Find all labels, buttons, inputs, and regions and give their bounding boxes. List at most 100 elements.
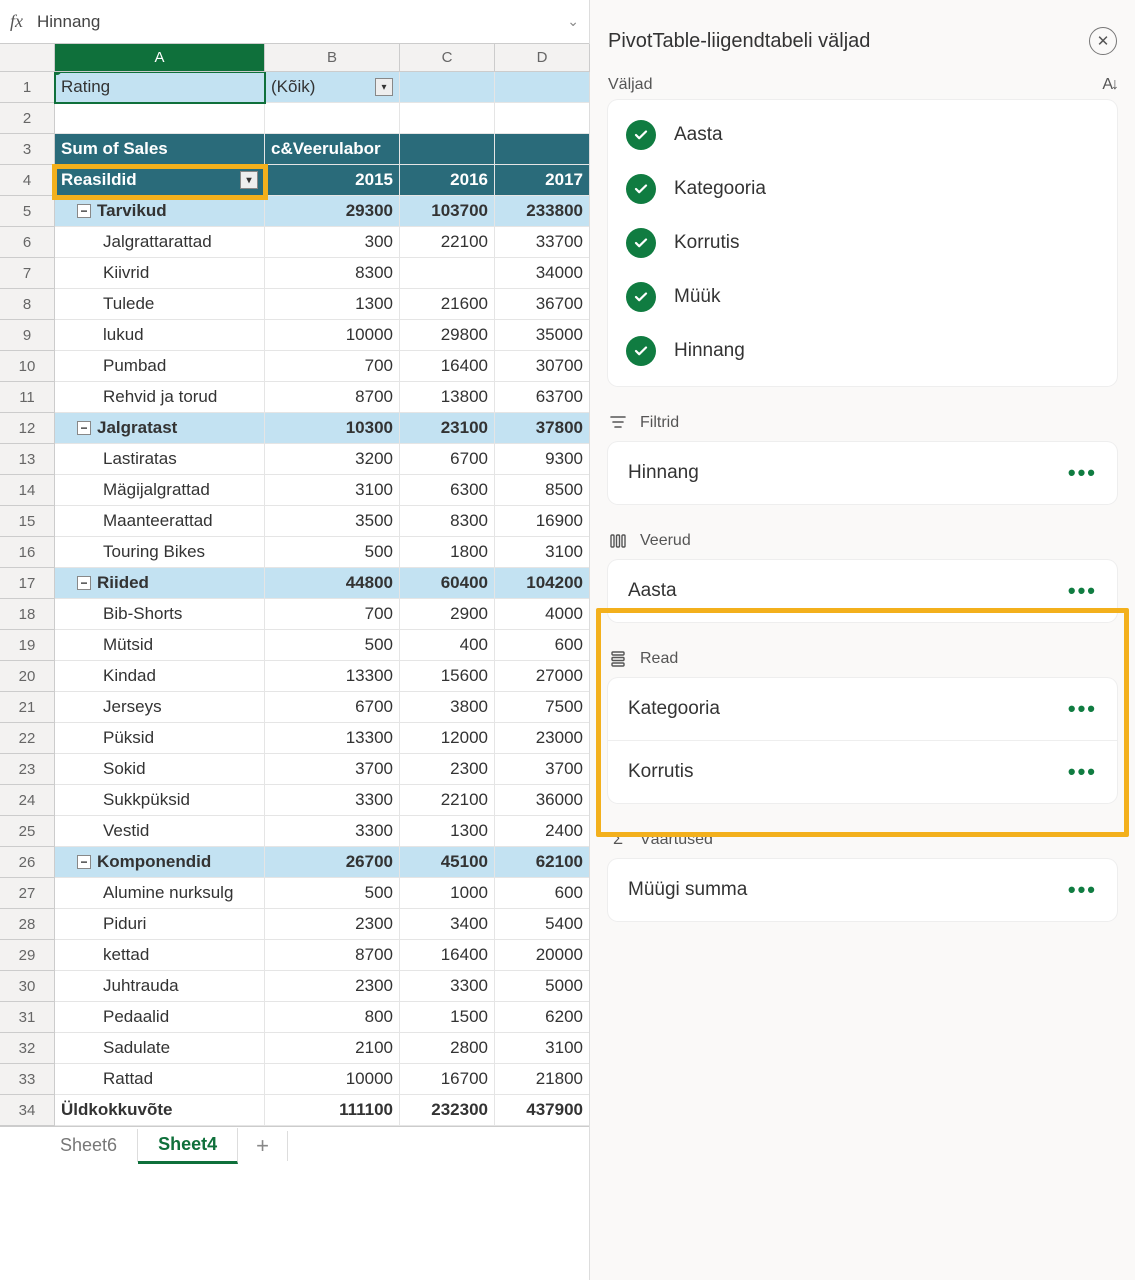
cell[interactable]: 60400	[400, 568, 495, 599]
cell[interactable]: 2300	[400, 754, 495, 785]
row-header[interactable]: 7	[0, 258, 55, 289]
cell[interactable]: Kiivrid	[55, 258, 265, 289]
table-row[interactable]: 12−Jalgratast103002310037800	[0, 413, 589, 444]
cell[interactable]: Sum of Sales	[55, 134, 265, 165]
cell[interactable]: Pedaalid	[55, 1002, 265, 1033]
row-header[interactable]: 12	[0, 413, 55, 444]
row-header[interactable]: 21	[0, 692, 55, 723]
cell[interactable]: Mägijalgrattad	[55, 475, 265, 506]
column-field-item[interactable]: Aasta •••	[608, 560, 1117, 622]
cell[interactable]: 8700	[265, 382, 400, 413]
cell[interactable]: 700	[265, 351, 400, 382]
cell[interactable]	[265, 103, 400, 134]
cell[interactable]: 1300	[265, 289, 400, 320]
cell[interactable]: 34000	[495, 258, 589, 289]
row-header[interactable]: 2	[0, 103, 55, 134]
cell[interactable]: Touring Bikes	[55, 537, 265, 568]
cell[interactable]: 500	[265, 878, 400, 909]
row-header[interactable]: 1	[0, 72, 55, 103]
cell[interactable]: 8700	[265, 940, 400, 971]
cell[interactable]: Lastiratas	[55, 444, 265, 475]
table-row[interactable]: 20Kindad133001560027000	[0, 661, 589, 692]
table-row[interactable]: 5−Tarvikud29300103700233800	[0, 196, 589, 227]
row-header[interactable]: 10	[0, 351, 55, 382]
cell[interactable]: 104200	[495, 568, 589, 599]
field-menu-icon[interactable]: •••	[1068, 759, 1097, 785]
row-header[interactable]: 20	[0, 661, 55, 692]
cell[interactable]: 2300	[265, 971, 400, 1002]
cell[interactable]: 5400	[495, 909, 589, 940]
cell[interactable]	[495, 134, 589, 165]
sheet-tab-active[interactable]: Sheet4	[138, 1128, 238, 1164]
cell[interactable]: Rattad	[55, 1064, 265, 1095]
cell[interactable]: 3400	[400, 909, 495, 940]
cell[interactable]: lukud	[55, 320, 265, 351]
cell[interactable]: 23100	[400, 413, 495, 444]
cell[interactable]: 600	[495, 630, 589, 661]
table-row[interactable]: 22Püksid133001200023000	[0, 723, 589, 754]
row-header[interactable]: 23	[0, 754, 55, 785]
sort-icon[interactable]: A↓	[1102, 76, 1117, 94]
cell[interactable]: 500	[265, 630, 400, 661]
cell[interactable]: Sukkpüksid	[55, 785, 265, 816]
row-header[interactable]: 28	[0, 909, 55, 940]
cell[interactable]: 23000	[495, 723, 589, 754]
cell[interactable]: 16900	[495, 506, 589, 537]
table-row[interactable]: 7Kiivrid830034000	[0, 258, 589, 289]
row-header[interactable]: 5	[0, 196, 55, 227]
cell[interactable]: 2800	[400, 1033, 495, 1064]
cell[interactable]: 16700	[400, 1064, 495, 1095]
field-menu-icon[interactable]: •••	[1068, 460, 1097, 486]
row-header[interactable]: 11	[0, 382, 55, 413]
cell[interactable]	[400, 134, 495, 165]
table-row[interactable]: 23Sokid370023003700	[0, 754, 589, 785]
columns-drop-area[interactable]: Aasta •••	[608, 560, 1117, 622]
cell[interactable]: 500	[265, 537, 400, 568]
row-field-item[interactable]: Kategooria •••	[608, 678, 1117, 741]
cell[interactable]: 10000	[265, 320, 400, 351]
table-row[interactable]: 28Piduri230034005400	[0, 909, 589, 940]
cell[interactable]: 33700	[495, 227, 589, 258]
table-row[interactable]: 13Lastiratas320067009300	[0, 444, 589, 475]
row-header[interactable]: 6	[0, 227, 55, 258]
cell[interactable]: Bib-Shorts	[55, 599, 265, 630]
row-header[interactable]: 26	[0, 847, 55, 878]
cell[interactable]: 111100	[265, 1095, 400, 1126]
table-row[interactable]: 9lukud100002980035000	[0, 320, 589, 351]
cell[interactable]: 3500	[265, 506, 400, 537]
cell[interactable]	[400, 72, 495, 103]
cell[interactable]: Piduri	[55, 909, 265, 940]
cell[interactable]: 27000	[495, 661, 589, 692]
cell[interactable]: 6700	[400, 444, 495, 475]
cell[interactable]: Alumine nurksulg	[55, 878, 265, 909]
cell[interactable]: 29300	[265, 196, 400, 227]
cell[interactable]: 8500	[495, 475, 589, 506]
cell[interactable]: −Riided	[55, 568, 265, 599]
collapse-icon[interactable]: −	[77, 204, 91, 218]
col-header-b[interactable]: B	[265, 44, 400, 72]
table-row[interactable]: 26−Komponendid267004510062100	[0, 847, 589, 878]
cell[interactable]: 20000	[495, 940, 589, 971]
table-row[interactable]: 2	[0, 103, 589, 134]
field-menu-icon[interactable]: •••	[1068, 696, 1097, 722]
row-field-item[interactable]: Korrutis •••	[608, 741, 1117, 803]
cell[interactable]: 30700	[495, 351, 589, 382]
table-row[interactable]: 21Jerseys670038007500	[0, 692, 589, 723]
field-item[interactable]: Müük	[608, 270, 1117, 324]
formula-input[interactable]	[37, 7, 553, 37]
collapse-icon[interactable]: −	[77, 576, 91, 590]
cell[interactable]: Üldkokkuvõte	[55, 1095, 265, 1126]
table-row[interactable]: 31Pedaalid80015006200	[0, 1002, 589, 1033]
table-row[interactable]: 30Juhtrauda230033005000	[0, 971, 589, 1002]
add-sheet-button[interactable]: +	[238, 1131, 288, 1161]
cell[interactable]: 1000	[400, 878, 495, 909]
cell[interactable]: −Komponendid	[55, 847, 265, 878]
cell[interactable]: 22100	[400, 785, 495, 816]
formula-expand-icon[interactable]: ⌄	[567, 13, 579, 30]
cell[interactable]: 2300	[265, 909, 400, 940]
cell[interactable]: Reasildid▾	[55, 165, 265, 196]
close-panel-button[interactable]: ✕	[1089, 27, 1117, 55]
collapse-icon[interactable]: −	[77, 421, 91, 435]
row-header[interactable]: 34	[0, 1095, 55, 1126]
cell[interactable]: −Jalgratast	[55, 413, 265, 444]
